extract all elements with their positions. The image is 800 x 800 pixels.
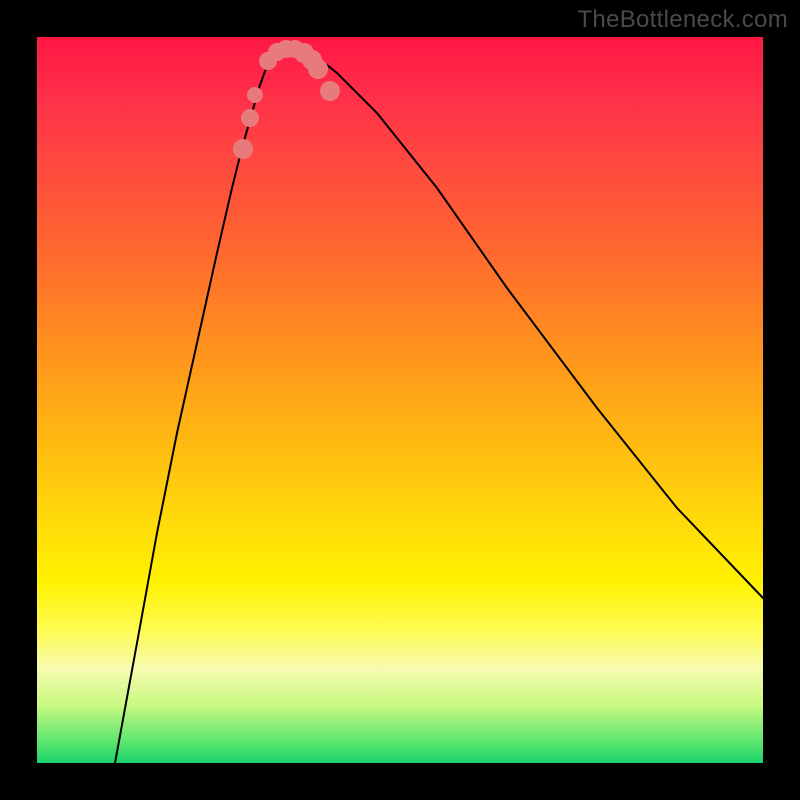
highlight-dot — [233, 139, 253, 159]
highlight-dot — [241, 109, 259, 127]
highlight-dot — [247, 87, 263, 103]
highlight-dot — [320, 81, 340, 101]
bottleneck-curve — [115, 47, 763, 763]
chart-svg — [37, 37, 763, 763]
highlight-dot — [308, 59, 328, 79]
plot-area — [37, 37, 763, 763]
chart-frame: TheBottleneck.com — [0, 0, 800, 800]
watermark-text: TheBottleneck.com — [577, 6, 788, 34]
highlight-dots-group — [233, 40, 340, 159]
